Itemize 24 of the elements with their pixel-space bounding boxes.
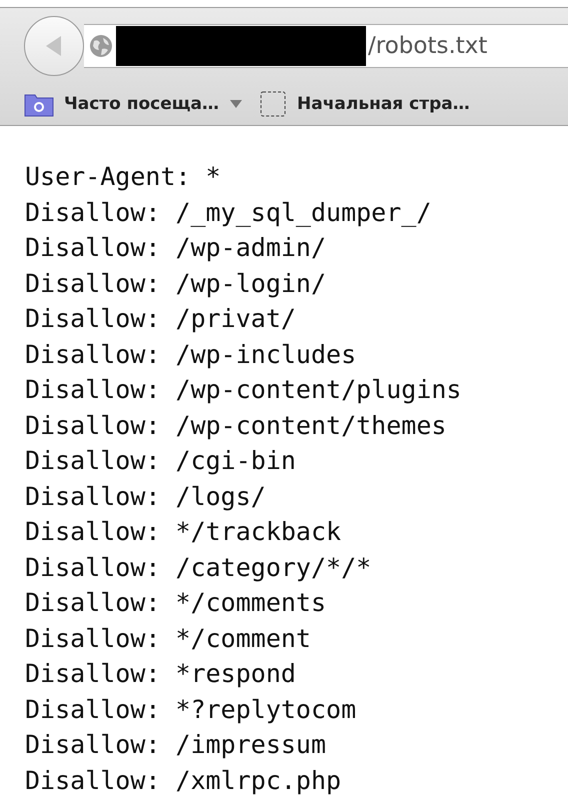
text-line: Disallow: */comment — [25, 622, 312, 654]
text-line: Disallow: /wp-content/plugins — [25, 374, 462, 406]
text-line: Disallow: /wp-content/themes — [25, 410, 448, 442]
bookmark-item[interactable]: Начальная стра… — [259, 90, 470, 118]
url-text: /robots.txt — [368, 33, 488, 59]
text-line: Disallow: /_my_sql_dumper_/ — [25, 196, 432, 229]
text-line: Disallow: /wp-login/ — [25, 268, 328, 300]
text-line: Disallow: *?replytocom — [25, 694, 358, 726]
text-line: Disallow: /wp-includes — [25, 338, 358, 370]
text-line: Disallow: *respond — [25, 658, 297, 690]
text-line: Disallow: /xmlrpc.php — [25, 764, 342, 796]
text-line: Disallow: /privat/ — [25, 303, 297, 335]
bookmark-item[interactable]: Часто посеща… — [24, 91, 244, 117]
globe-icon — [88, 33, 114, 59]
text-line: Disallow: /wp-admin/ — [25, 232, 328, 264]
text-line: Disallow: */trackback — [25, 516, 342, 548]
text-line: User-Agent: * — [25, 161, 222, 193]
text-line: Disallow: /impressum — [25, 729, 328, 761]
text-line: Disallow: */comments — [25, 587, 328, 619]
text-line: Disallow: /logs/ — [25, 480, 267, 512]
page-icon — [259, 90, 288, 118]
address-field[interactable]: /robots.txt — [84, 24, 568, 68]
text-line: Disallow: /category/*/* — [25, 552, 372, 584]
text-line: Disallow: /cgi-bin — [25, 445, 297, 477]
